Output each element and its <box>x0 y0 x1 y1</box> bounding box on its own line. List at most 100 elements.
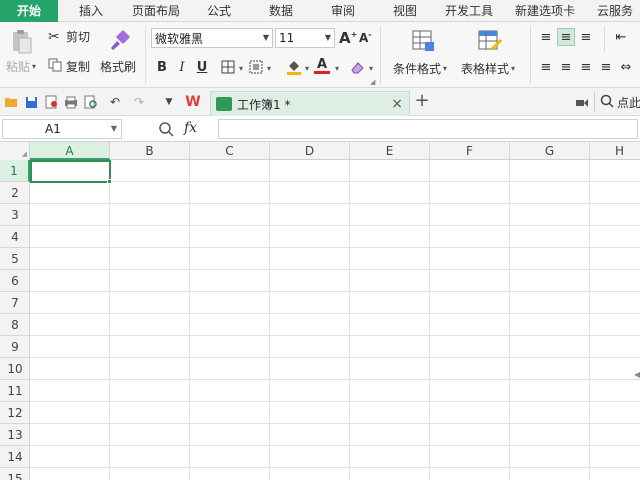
eraser-icon[interactable] <box>349 58 367 76</box>
paste-button[interactable]: 粘贴 ▾ <box>6 58 36 75</box>
tab-cloud[interactable]: 云服务 <box>590 0 640 22</box>
redo-icon[interactable]: ↷ <box>131 94 147 110</box>
settings-icon[interactable] <box>574 94 590 110</box>
search-button[interactable]: 点此 <box>600 94 640 111</box>
justify-icon[interactable]: ≡ <box>597 58 615 76</box>
paste-icon[interactable] <box>6 28 38 56</box>
formula-input[interactable] <box>218 119 638 139</box>
column-header-e[interactable]: E <box>350 142 430 160</box>
row-header[interactable]: 11 <box>0 380 30 402</box>
print-icon[interactable] <box>63 94 79 110</box>
export-pdf-icon[interactable] <box>43 94 59 110</box>
conditional-format-button[interactable]: 条件格式 ▾ <box>393 60 447 77</box>
quick-access-bar: ↶ ↷ ▼ W 工作簿1 * × + 点此 <box>0 88 640 116</box>
row-header[interactable]: 10 <box>0 358 30 380</box>
fill-handle[interactable] <box>107 179 112 184</box>
tab-developer[interactable]: 开发工具 <box>440 0 498 22</box>
column-header-h[interactable]: H <box>590 142 640 160</box>
row-headers: 1 2 3 4 5 6 7 8 9 10 11 12 13 14 15 <box>0 160 30 480</box>
font-color-button[interactable]: A <box>313 57 331 75</box>
dialog-launcher-icon[interactable]: ◢ <box>370 78 375 86</box>
row-header[interactable]: 15 <box>0 468 30 480</box>
wps-logo-icon[interactable]: W <box>184 94 202 110</box>
group-divider <box>530 26 531 84</box>
chevron-down-icon[interactable]: ▼ <box>161 94 177 110</box>
row-header[interactable]: 2 <box>0 182 30 204</box>
align-right-icon[interactable]: ≡ <box>577 58 595 76</box>
tab-home[interactable]: 开始 <box>0 0 58 22</box>
tab-insert[interactable]: 插入 <box>62 0 120 22</box>
wrap-text-icon[interactable]: ⇤ <box>612 28 630 46</box>
row-header[interactable]: 14 <box>0 446 30 468</box>
chevron-down-icon[interactable]: ▾ <box>305 64 309 73</box>
italic-button[interactable]: I <box>173 58 191 76</box>
row-header[interactable]: 5 <box>0 248 30 270</box>
chevron-down-icon[interactable]: ▾ <box>335 64 339 73</box>
tab-data[interactable]: 数据 <box>258 0 304 22</box>
group-divider <box>604 26 605 52</box>
tab-view[interactable]: 视图 <box>382 0 428 22</box>
table-style-button[interactable]: 表格样式 ▾ <box>461 60 515 77</box>
open-folder-icon[interactable] <box>3 94 19 110</box>
copy-icon <box>48 58 66 75</box>
column-header-b[interactable]: B <box>110 142 190 160</box>
row-header[interactable]: 3 <box>0 204 30 226</box>
underline-button[interactable]: U <box>193 58 211 76</box>
align-top-icon[interactable]: ≡ <box>537 28 555 46</box>
distribute-icon[interactable]: ⇔ <box>617 58 635 76</box>
border-icon[interactable] <box>219 58 237 76</box>
font-size-select[interactable]: 11 ▼ <box>275 28 335 48</box>
tab-formulas[interactable]: 公式 <box>196 0 242 22</box>
row-header[interactable]: 12 <box>0 402 30 424</box>
row-header[interactable]: 6 <box>0 270 30 292</box>
merge-cells-icon[interactable] <box>247 58 265 76</box>
row-header[interactable]: 4 <box>0 226 30 248</box>
zoom-formula-icon[interactable] <box>158 121 174 140</box>
undo-icon[interactable]: ↶ <box>107 94 123 110</box>
name-box[interactable]: A1 ▼ <box>2 119 122 139</box>
align-center-icon[interactable]: ≡ <box>557 58 575 76</box>
close-icon[interactable]: × <box>391 96 403 112</box>
tab-review[interactable]: 审阅 <box>320 0 366 22</box>
chevron-down-icon[interactable]: ▾ <box>369 64 373 73</box>
row-header[interactable]: 9 <box>0 336 30 358</box>
column-header-d[interactable]: D <box>270 142 350 160</box>
row-header[interactable]: 1 <box>0 160 30 182</box>
increase-font-button[interactable]: A + <box>339 29 357 47</box>
font-family-select[interactable]: 微软雅黑 ▼ <box>151 28 273 48</box>
fx-button[interactable]: fx <box>184 120 197 136</box>
align-left-icon[interactable]: ≡ <box>537 58 555 76</box>
row-header[interactable]: 7 <box>0 292 30 314</box>
cell-area[interactable] <box>30 160 640 480</box>
column-header-a[interactable]: A <box>30 142 110 160</box>
selected-cell[interactable] <box>30 160 111 183</box>
paste-label: 粘贴 <box>6 60 31 74</box>
format-painter-button[interactable]: 格式刷 <box>100 58 136 75</box>
chevron-down-icon: ▼ <box>324 33 331 42</box>
doc-tab[interactable]: 工作簿1 * × <box>210 91 410 116</box>
bold-button[interactable]: B <box>153 58 171 76</box>
chevron-down-icon[interactable]: ▾ <box>267 64 271 73</box>
copy-button[interactable]: 复制 <box>48 58 90 75</box>
column-header-g[interactable]: G <box>510 142 590 160</box>
column-header-c[interactable]: C <box>190 142 270 160</box>
print-preview-icon[interactable] <box>83 94 99 110</box>
row-header[interactable]: 8 <box>0 314 30 336</box>
align-bottom-icon[interactable]: ≡ <box>577 28 595 46</box>
chevron-down-icon[interactable]: ▾ <box>239 64 243 73</box>
tab-new[interactable]: 新建选项卡 <box>506 0 584 22</box>
align-middle-icon[interactable]: ≡ <box>557 28 575 46</box>
new-tab-icon[interactable]: + <box>414 90 430 111</box>
row-header[interactable]: 13 <box>0 424 30 446</box>
select-all-corner[interactable]: ◢ <box>0 142 30 160</box>
column-header-f[interactable]: F <box>430 142 510 160</box>
cut-button[interactable]: ✂ 剪切 <box>48 28 90 45</box>
group-divider <box>380 26 381 84</box>
doc-tab-title: 工作簿1 * <box>237 97 291 112</box>
fill-color-icon[interactable] <box>285 58 303 76</box>
decrease-font-button[interactable]: A- <box>359 30 372 46</box>
scrollbar-arrow-icon[interactable]: ◀ <box>634 370 640 379</box>
save-icon[interactable] <box>23 94 39 110</box>
format-painter-label: 格式刷 <box>100 60 137 74</box>
tab-page-layout[interactable]: 页面布局 <box>120 0 192 22</box>
